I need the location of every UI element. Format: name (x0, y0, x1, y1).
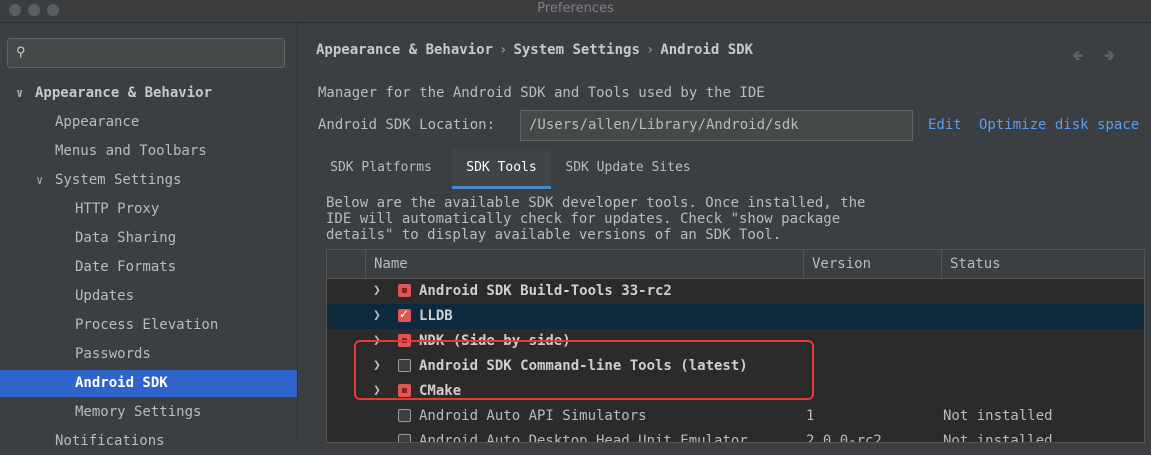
table-row[interactable]: Android Auto API Simulators 1 Not instal… (327, 404, 1144, 429)
breadcrumb: Appearance & Behavior › System Settings › An… (316, 42, 753, 58)
sidebar-item-label: Appearance (55, 114, 140, 130)
sidebar-item-data-sharing[interactable]: Data Sharing (0, 225, 297, 252)
sidebar-item-updates[interactable]: Updates (0, 283, 297, 310)
sidebar-item-process-elevation[interactable]: Process Elevation (0, 312, 297, 339)
sidebar-item-label: Date Formats (75, 259, 177, 275)
sidebar-item-notifications[interactable]: Notifications (0, 428, 297, 455)
back-arrow-icon[interactable]: 🢀 (1072, 45, 1083, 69)
sidebar-item-label: Memory Settings (75, 404, 202, 420)
sidebar-item-label: Notifications (55, 433, 165, 449)
optimize-disk-space-link[interactable]: Optimize disk space (979, 117, 1139, 133)
table-row[interactable]: ❯ LLDB (327, 304, 1144, 329)
checkbox[interactable] (398, 409, 411, 422)
checkbox[interactable] (398, 434, 411, 442)
chevron-right-icon[interactable]: ❯ (373, 308, 381, 323)
highlight-annotation-box (354, 340, 814, 400)
chevron-down-icon[interactable]: ∨ (16, 80, 23, 107)
sidebar-item-menus-toolbars[interactable]: Menus and Toolbars (0, 138, 297, 165)
tab-sdk-tools[interactable]: SDK Tools (452, 149, 551, 189)
search-icon: ⚲ (16, 45, 26, 60)
breadcrumb-item: Android SDK (660, 42, 754, 58)
table-header: Name Version Status (327, 250, 1144, 279)
column-header-version[interactable]: Version (803, 250, 941, 278)
window-title: Preferences (537, 1, 614, 16)
table-row[interactable]: ❯ Android SDK Build-Tools 33-rc2 (327, 279, 1144, 304)
sidebar-item-label: System Settings (55, 172, 182, 188)
sidebar-item-system-settings[interactable]: ∨ System Settings (0, 167, 297, 194)
tab-sdk-platforms[interactable]: SDK Platforms (318, 149, 444, 189)
breadcrumb-separator: › (499, 42, 508, 58)
forward-arrow-icon[interactable]: 🢂 (1104, 45, 1115, 69)
sidebar-item-appearance-behavior[interactable]: ∨ Appearance & Behavior (0, 80, 297, 107)
sidebar-item-label: HTTP Proxy (75, 201, 160, 217)
sidebar-item-label: Passwords (75, 346, 151, 362)
row-name: Android Auto API Simulators (419, 408, 647, 424)
row-name: Android SDK Build-Tools 33-rc2 (419, 283, 672, 299)
edit-link[interactable]: Edit (928, 117, 962, 133)
sidebar-item-android-sdk[interactable]: Android SDK (0, 370, 297, 397)
page-description: Manager for the Android SDK and Tools us… (318, 85, 765, 101)
column-header-status[interactable]: Status (941, 250, 1144, 278)
sidebar-item-label: Updates (75, 288, 135, 304)
sidebar-item-label: Process Elevation (75, 317, 219, 333)
sdk-location-field[interactable]: /Users/allen/Library/Android/sdk (520, 110, 913, 141)
search-input[interactable]: ⚲ (7, 38, 285, 68)
tab-sdk-update-sites[interactable]: SDK Update Sites (558, 149, 698, 189)
sdk-location-label: Android SDK Location: (318, 117, 496, 133)
sidebar-item-label: Android SDK (75, 375, 168, 391)
sidebar-item-label: Menus and Toolbars (55, 143, 207, 159)
row-version: 1 (806, 408, 815, 424)
sidebar-item-label: Data Sharing (75, 230, 177, 246)
checkbox[interactable] (398, 284, 411, 297)
column-header-name[interactable]: Name (365, 250, 803, 278)
sidebar-item-label: Appearance & Behavior (35, 85, 213, 101)
sidebar-item-passwords[interactable]: Passwords (0, 341, 297, 368)
tools-description: Below are the available SDK developer to… (326, 195, 866, 243)
chevron-right-icon[interactable]: ❯ (373, 283, 381, 298)
row-status: Not installed (943, 408, 1053, 424)
title-bar: Preferences (0, 0, 1151, 23)
sidebar-item-date-formats[interactable]: Date Formats (0, 254, 297, 281)
settings-sidebar: ⚲ ∨ Appearance & Behavior Appearance Men… (0, 23, 298, 449)
checkbox[interactable] (398, 307, 411, 322)
sidebar-item-memory-settings[interactable]: Memory Settings (0, 399, 297, 426)
sidebar-item-appearance[interactable]: Appearance (0, 109, 297, 136)
row-name: LLDB (419, 308, 453, 324)
breadcrumb-item[interactable]: System Settings (513, 42, 639, 58)
sidebar-item-http-proxy[interactable]: HTTP Proxy (0, 196, 297, 223)
breadcrumb-separator: › (645, 42, 655, 58)
breadcrumb-item[interactable]: Appearance & Behavior (316, 42, 493, 58)
chevron-down-icon[interactable]: ∨ (36, 167, 43, 194)
